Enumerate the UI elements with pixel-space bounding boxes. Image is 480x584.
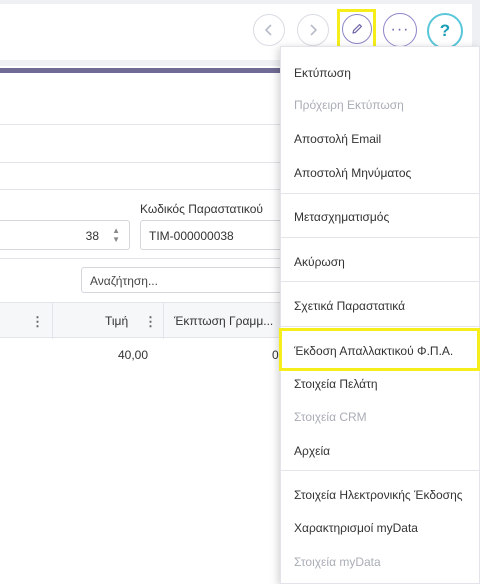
column-divider bbox=[163, 303, 164, 339]
grid-header: ⋮ Τιμή ⋮ Έκπτωση Γραμμ... bbox=[0, 302, 282, 339]
spinner-arrows-icon[interactable]: ▲ ▼ bbox=[112, 226, 120, 244]
help-button[interactable]: ? bbox=[427, 13, 463, 49]
menu-item-related-documents[interactable]: Σχετικά Παραστατικά bbox=[281, 299, 480, 313]
table-cell-discount: 0 bbox=[272, 348, 279, 362]
chevron-left-icon bbox=[264, 24, 272, 36]
menu-item-print[interactable]: Εκτύπωση bbox=[281, 66, 480, 80]
menu-separator bbox=[281, 470, 480, 471]
menu-separator bbox=[281, 326, 480, 327]
menu-item-transform[interactable]: Μετασχηματισμός bbox=[281, 210, 480, 224]
menu-item-mydata-details: Στοιχεία myData bbox=[294, 555, 381, 569]
menu-separator bbox=[281, 281, 480, 282]
help-icon: ? bbox=[439, 21, 451, 40]
search-input[interactable]: Αναζήτηση... bbox=[81, 267, 282, 293]
divider bbox=[0, 162, 282, 163]
menu-item-files[interactable]: Αρχεία bbox=[281, 444, 480, 458]
page: ··· ? Κωδικός Παραστατικού 38 ▲ ▼ TIM-000… bbox=[0, 0, 480, 584]
menu-item-send-email[interactable]: Αποστολή Email bbox=[281, 132, 480, 146]
back-button[interactable] bbox=[253, 14, 285, 46]
divider bbox=[0, 189, 282, 190]
number-value: 38 bbox=[85, 229, 99, 243]
menu-item-send-message[interactable]: Αποστολή Μηνύματος bbox=[281, 166, 480, 180]
pencil-icon bbox=[351, 24, 362, 34]
column-header-discount[interactable]: Έκπτωση Γραμμ... bbox=[174, 314, 273, 328]
menu-item-cancel[interactable]: Ακύρωση bbox=[281, 255, 480, 269]
more-icon: ··· bbox=[390, 21, 410, 38]
menu-separator bbox=[281, 237, 480, 238]
more-options-button[interactable]: ··· bbox=[383, 13, 417, 47]
menu-item-draft-print: Πρόχειρη Εκτύπωση bbox=[294, 98, 404, 112]
column-menu-icon[interactable]: ⋮ bbox=[31, 314, 44, 330]
divider bbox=[0, 258, 282, 259]
number-stepper[interactable]: 38 ▲ ▼ bbox=[0, 220, 130, 250]
header-accent-line bbox=[0, 68, 282, 73]
actions-dropdown-menu: Εκτύπωση Πρόχειρη Εκτύπωση Αποστολή Emai… bbox=[280, 46, 480, 584]
column-header-price[interactable]: Τιμή bbox=[105, 314, 128, 328]
table-cell-price: 40,00 bbox=[118, 348, 149, 362]
menu-separator bbox=[281, 193, 480, 194]
column-divider bbox=[52, 303, 53, 339]
menu-item-customer-details[interactable]: Στοιχεία Πελάτη bbox=[281, 377, 480, 391]
divider bbox=[0, 124, 282, 125]
edit-button[interactable] bbox=[337, 9, 376, 49]
document-code-label: Κωδικός Παραστατικού bbox=[140, 202, 263, 216]
menu-item-e-invoicing-details[interactable]: Στοιχεία Ηλεκτρονικής Έκδοσης bbox=[281, 488, 480, 502]
document-code-field[interactable]: TIM-000000038 bbox=[140, 220, 285, 250]
menu-item-crm-details: Στοιχεία CRM bbox=[294, 410, 367, 424]
chevron-right-icon bbox=[310, 24, 318, 36]
highlight-box bbox=[279, 328, 480, 371]
forward-button[interactable] bbox=[297, 14, 329, 46]
menu-item-mydata-classifications[interactable]: Χαρακτηρισμοί myData bbox=[281, 521, 480, 535]
edit-button-circle bbox=[341, 14, 372, 44]
column-menu-icon[interactable]: ⋮ bbox=[144, 314, 157, 330]
